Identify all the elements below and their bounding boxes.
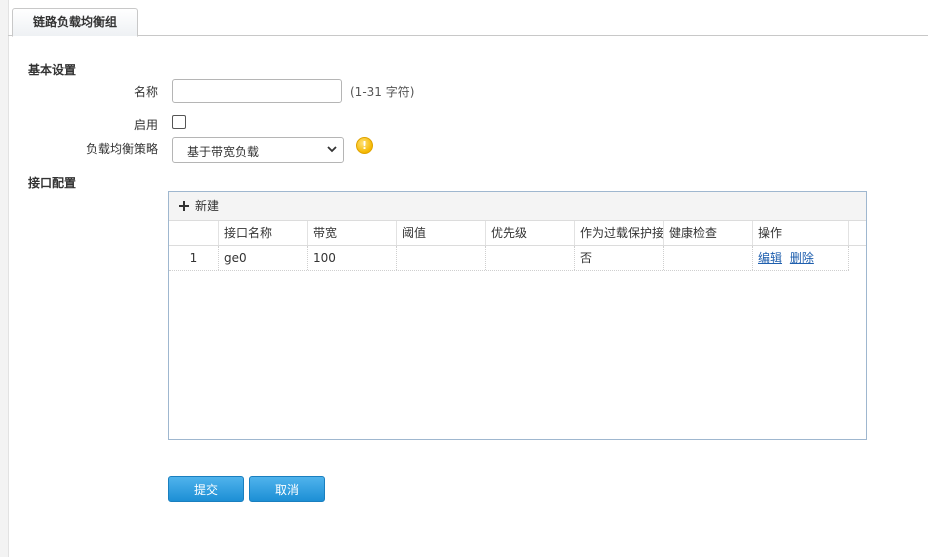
tab-bar: 链路负载均衡组 [8,0,928,37]
new-label: 新建 [195,199,220,213]
table-row[interactable]: 1 ge0 100 否 编辑 删除 [169,246,849,271]
col-bandwidth[interactable]: 带宽 [308,221,397,245]
plus-icon [178,198,190,214]
grid-toolbar: 新建 [169,192,866,221]
interface-grid: 新建 接口名称 带宽 阈值 优先级 作为过载保护接 健康检查 操作 1 ge0 … [168,191,867,440]
enable-label: 启用 [133,118,158,132]
col-threshold[interactable]: 阈值 [397,221,486,245]
col-overload[interactable]: 作为过载保护接 [575,221,664,245]
row-health [664,246,753,270]
strategy-label: 负载均衡策略 [85,142,158,156]
enable-checkbox[interactable] [172,115,186,129]
cancel-button[interactable]: 取消 [249,476,325,502]
name-hint: (1-31 字符) [350,85,415,99]
col-priority[interactable]: 优先级 [486,221,575,245]
grid-header: 接口名称 带宽 阈值 优先级 作为过载保护接 健康检查 操作 [169,221,866,246]
strategy-value: 基于带宽负载 [187,145,260,159]
strategy-select[interactable]: 基于带宽负载 [172,137,344,163]
warning-icon[interactable]: ! [356,137,373,154]
row-index: 1 [169,246,219,270]
chevron-down-icon [327,146,337,153]
edit-link[interactable]: 编辑 [758,251,782,265]
delete-link[interactable]: 删除 [790,251,814,265]
left-frame-edge [0,0,9,557]
new-interface-button[interactable]: 新建 [178,198,219,214]
col-index [169,221,219,245]
col-actions: 操作 [753,221,849,245]
basic-settings-title: 基本设置 [28,63,77,77]
interface-config-title: 接口配置 [28,176,77,190]
row-bandwidth: 100 [308,246,397,270]
row-threshold [397,246,486,270]
col-name[interactable]: 接口名称 [219,221,308,245]
name-label: 名称 [133,85,158,99]
submit-button[interactable]: 提交 [168,476,244,502]
col-health[interactable]: 健康检查 [664,221,753,245]
row-overload: 否 [575,246,664,270]
row-actions: 编辑 删除 [753,246,849,270]
name-input[interactable] [172,79,342,103]
row-priority [486,246,575,270]
row-name: ge0 [219,246,308,270]
tab-link-lb-group[interactable]: 链路负载均衡组 [12,8,138,37]
